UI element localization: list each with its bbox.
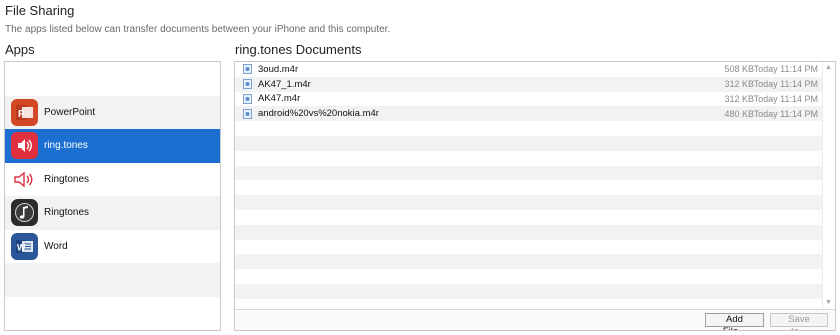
document-name: android%20vs%20nokia.m4r xyxy=(258,108,379,120)
document-row[interactable]: AK47_1.m4r 312 KB Today 11:14 PM xyxy=(235,76,822,92)
page-subtitle: The apps listed below can transfer docum… xyxy=(5,24,391,35)
document-date: Today 11:14 PM xyxy=(753,108,818,119)
apps-list-filler xyxy=(5,263,220,297)
documents-list: 3oud.m4r 508 KB Today 11:14 PM AK47_1.m4… xyxy=(235,62,822,309)
document-row[interactable]: 3oud.m4r 508 KB Today 11:14 PM xyxy=(235,62,822,77)
app-item-ringtones[interactable]: Ringtones xyxy=(5,163,220,197)
empty-row xyxy=(235,240,822,255)
music-note-icon xyxy=(11,199,38,227)
empty-row xyxy=(235,151,822,166)
empty-row xyxy=(235,224,822,240)
apps-list-filler xyxy=(5,297,220,331)
app-item-word[interactable]: W Word xyxy=(5,230,220,264)
add-file-button[interactable]: Add File... xyxy=(705,313,764,330)
page-title: File Sharing xyxy=(5,3,75,18)
documents-panel: 3oud.m4r 508 KB Today 11:14 PM AK47_1.m4… xyxy=(234,61,836,331)
document-size: 508 KB xyxy=(724,64,754,75)
empty-row xyxy=(235,269,822,284)
app-item-label: ring.tones xyxy=(44,140,88,152)
empty-row xyxy=(235,299,822,309)
document-date: Today 11:14 PM xyxy=(753,79,818,90)
documents-heading: ring.tones Documents xyxy=(235,42,362,57)
save-to-button[interactable]: Save to... xyxy=(770,313,828,330)
audio-file-icon xyxy=(243,79,252,90)
documents-footer: Add File... Save to... xyxy=(235,309,835,330)
document-row[interactable]: android%20vs%20nokia.m4r 480 KB Today 11… xyxy=(235,106,822,122)
empty-row xyxy=(235,254,822,270)
apps-heading: Apps xyxy=(5,42,35,57)
speaker-icon xyxy=(11,132,38,160)
documents-list-filler xyxy=(235,121,822,309)
app-item-label: Ringtones xyxy=(44,173,90,185)
app-item-powerpoint[interactable]: P PowerPoint xyxy=(5,95,220,129)
document-date: Today 11:14 PM xyxy=(753,93,818,104)
powerpoint-icon: P xyxy=(11,98,38,126)
document-size: 312 KB xyxy=(724,79,754,90)
empty-row xyxy=(235,180,822,195)
document-row[interactable]: AK47.m4r 312 KB Today 11:14 PM xyxy=(235,92,822,107)
audio-file-icon xyxy=(243,64,252,75)
speaker-outline-icon xyxy=(11,165,38,193)
word-icon: W xyxy=(11,232,38,260)
document-date: Today 11:14 PM xyxy=(753,64,818,75)
app-item-label: Word xyxy=(44,240,68,252)
empty-row xyxy=(235,283,822,299)
audio-file-icon xyxy=(243,93,252,104)
svg-text:W: W xyxy=(17,242,26,252)
app-item-ringtones-alt[interactable]: Ringtones xyxy=(5,196,220,230)
apps-list: P PowerPoint ring.tones Ringtones Ringto… xyxy=(4,61,221,331)
document-name: AK47_1.m4r xyxy=(258,78,311,90)
empty-row xyxy=(235,195,822,210)
empty-row xyxy=(235,135,822,151)
apps-list-spacer xyxy=(5,62,220,96)
documents-scrollbar[interactable]: ▲ ▼ xyxy=(822,62,835,309)
empty-row xyxy=(235,121,822,136)
empty-row xyxy=(235,165,822,181)
app-item-label: Ringtones xyxy=(44,207,90,219)
document-size: 480 KB xyxy=(724,108,754,119)
document-name: AK47.m4r xyxy=(258,93,301,105)
app-item-label: PowerPoint xyxy=(44,106,96,118)
app-item-ring-tones[interactable]: ring.tones xyxy=(5,129,220,163)
document-name: 3oud.m4r xyxy=(258,63,299,75)
scroll-up-icon[interactable]: ▲ xyxy=(825,64,832,72)
audio-file-icon xyxy=(243,108,252,119)
scroll-down-icon[interactable]: ▼ xyxy=(825,299,832,307)
document-size: 312 KB xyxy=(724,93,754,104)
svg-text:P: P xyxy=(18,109,25,120)
empty-row xyxy=(235,210,822,225)
